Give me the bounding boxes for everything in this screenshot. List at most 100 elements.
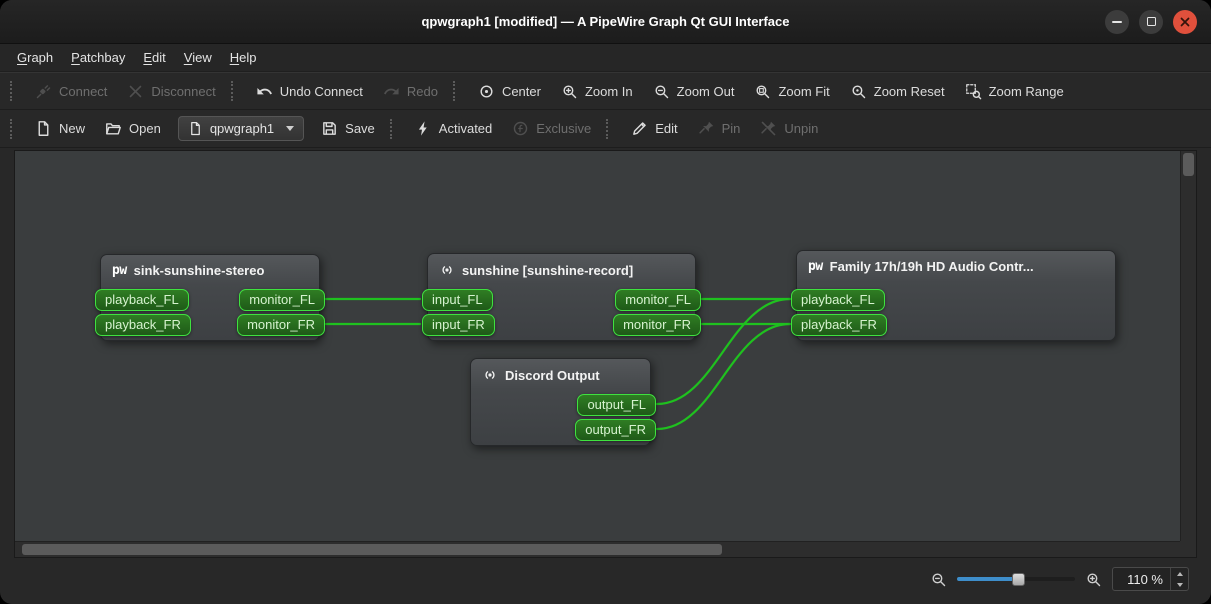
zoom-fit-icon (754, 83, 771, 100)
zoom-reset-button[interactable]: Zoom Reset (841, 77, 954, 106)
menu-bar: Graph Patchbay Edit View Help (0, 44, 1211, 72)
minimize-button[interactable] (1105, 10, 1129, 34)
disconnect-button[interactable]: Disconnect (118, 77, 224, 106)
connect-button[interactable]: Connect (26, 77, 116, 106)
stream-icon (439, 262, 455, 278)
pin-button[interactable]: Pin (689, 114, 750, 143)
graph-view: pw sink-sunshine-stereo playback_FL play… (14, 150, 1197, 558)
zoom-spinbox[interactable]: 110 % (1112, 567, 1189, 591)
menu-graph[interactable]: Graph (8, 46, 62, 69)
menu-patchbay[interactable]: Patchbay (62, 46, 134, 69)
zoom-fit-button[interactable]: Zoom Fit (745, 77, 838, 106)
exclusive-icon (512, 120, 529, 137)
vertical-scrollbar[interactable] (1180, 151, 1196, 541)
node-title: sunshine [sunshine-record] (462, 263, 633, 278)
title-bar[interactable]: qpwgraph1 [modified] — A PipeWire Graph … (0, 0, 1211, 44)
activated-button[interactable]: Activated (406, 114, 501, 143)
zoom-out-icon[interactable] (930, 571, 947, 588)
horizontal-scrollbar[interactable] (15, 541, 1180, 557)
zoom-reset-icon (850, 83, 867, 100)
toolbar-handle[interactable] (231, 81, 237, 101)
toolbar-handle[interactable] (453, 81, 459, 101)
toolbar-handle[interactable] (606, 119, 612, 139)
save-icon (321, 120, 338, 137)
stream-icon (482, 367, 498, 383)
port-playback-fl[interactable]: playback_FL (791, 289, 885, 311)
redo-icon (383, 83, 400, 100)
unpin-icon (760, 120, 777, 137)
toolbar-handle[interactable] (10, 81, 16, 101)
chevron-down-icon (1177, 583, 1183, 587)
disconnect-icon (127, 83, 144, 100)
maximize-button[interactable] (1139, 10, 1163, 34)
graph-toolbar: Connect Disconnect Undo Connect Redo (0, 72, 1211, 110)
new-button[interactable]: New (26, 114, 94, 143)
zoom-value: 110 % (1121, 572, 1163, 587)
vertical-scrollbar-thumb[interactable] (1183, 153, 1194, 176)
zoom-in-button[interactable]: Zoom In (552, 77, 642, 106)
patchbay-toolbar: New Open qpwgraph1 Save Act (0, 110, 1211, 148)
open-button[interactable]: Open (96, 114, 170, 143)
maximize-icon (1147, 17, 1156, 26)
zoom-out-icon (653, 83, 670, 100)
close-button[interactable] (1173, 10, 1197, 34)
redo-button[interactable]: Redo (374, 77, 447, 106)
connect-icon (35, 83, 52, 100)
chevron-down-icon (286, 126, 294, 131)
window-controls (1105, 10, 1197, 34)
port-output-fr[interactable]: output_FR (575, 419, 656, 441)
port-input-fr[interactable]: input_FR (422, 314, 495, 336)
undo-icon (256, 83, 273, 100)
zoom-range-icon (965, 83, 982, 100)
zoom-slider-handle[interactable] (1012, 573, 1025, 586)
center-icon (478, 83, 495, 100)
menu-edit[interactable]: Edit (134, 46, 174, 69)
port-monitor-fr[interactable]: monitor_FR (237, 314, 325, 336)
zoom-slider[interactable] (957, 570, 1075, 588)
port-monitor-fl[interactable]: monitor_FL (239, 289, 325, 311)
activated-icon (415, 120, 432, 137)
zoom-in-icon (561, 83, 578, 100)
zoom-spin-up-button[interactable] (1171, 568, 1188, 579)
zoom-in-icon[interactable] (1085, 571, 1102, 588)
node-sink-sunshine-stereo[interactable]: pw sink-sunshine-stereo playback_FL play… (100, 254, 320, 341)
status-bar: 110 % (14, 562, 1197, 596)
minimize-icon (1112, 21, 1122, 23)
patchbay-select[interactable]: qpwgraph1 (178, 116, 304, 141)
node-family-hd-audio[interactable]: pw Family 17h/19h HD Audio Contr... play… (796, 250, 1116, 341)
scrollbar-corner (1180, 541, 1196, 557)
port-playback-fr[interactable]: playback_FR (95, 314, 191, 336)
port-output-fl[interactable]: output_FL (577, 394, 656, 416)
port-playback-fr[interactable]: playback_FR (791, 314, 887, 336)
save-button[interactable]: Save (312, 114, 384, 143)
new-file-icon (35, 120, 52, 137)
edit-button[interactable]: Edit (622, 114, 686, 143)
port-input-fl[interactable]: input_FL (422, 289, 493, 311)
zoom-out-button[interactable]: Zoom Out (644, 77, 744, 106)
node-discord-output[interactable]: Discord Output output_FL output_FR (470, 358, 651, 446)
node-sunshine-record[interactable]: sunshine [sunshine-record] input_FL inpu… (427, 253, 696, 341)
zoom-range-button[interactable]: Zoom Range (956, 77, 1073, 106)
center-button[interactable]: Center (469, 77, 550, 106)
toolbar-handle[interactable] (390, 119, 396, 139)
node-title: Discord Output (505, 368, 600, 383)
graph-canvas[interactable]: pw sink-sunshine-stereo playback_FL play… (15, 151, 1180, 541)
menu-help[interactable]: Help (221, 46, 266, 69)
close-icon (1180, 17, 1190, 27)
undo-connect-button[interactable]: Undo Connect (247, 77, 372, 106)
port-monitor-fl[interactable]: monitor_FL (615, 289, 701, 311)
node-title: Family 17h/19h HD Audio Contr... (830, 259, 1034, 274)
app-window: qpwgraph1 [modified] — A PipeWire Graph … (0, 0, 1211, 604)
window-title: qpwgraph1 [modified] — A PipeWire Graph … (421, 14, 789, 29)
zoom-spin-down-button[interactable] (1171, 579, 1188, 590)
unpin-button[interactable]: Unpin (751, 114, 827, 143)
open-folder-icon (105, 120, 122, 137)
exclusive-button[interactable]: Exclusive (503, 114, 600, 143)
port-monitor-fr[interactable]: monitor_FR (613, 314, 701, 336)
port-playback-fl[interactable]: playback_FL (95, 289, 189, 311)
menu-view[interactable]: View (175, 46, 221, 69)
edit-icon (631, 120, 648, 137)
horizontal-scrollbar-thumb[interactable] (22, 544, 722, 555)
zoom-slider-fill (957, 577, 1018, 581)
toolbar-handle[interactable] (10, 119, 16, 139)
